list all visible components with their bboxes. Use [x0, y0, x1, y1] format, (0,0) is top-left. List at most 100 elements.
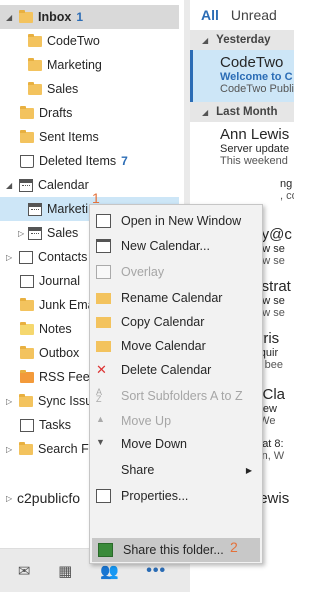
- calendar-icon: [28, 202, 42, 216]
- account-label: c2publicfo: [17, 490, 81, 506]
- folder-label: Deleted Items: [39, 154, 117, 168]
- folder-label: Sales: [47, 82, 79, 96]
- move-up-icon: ▲: [96, 414, 105, 424]
- folder-label: Tasks: [39, 418, 71, 432]
- menu-share[interactable]: Share ▶: [90, 458, 262, 482]
- message-subject: ng LAB: [280, 178, 294, 190]
- overlay-icon: [96, 265, 111, 279]
- junk-icon: [20, 297, 34, 311]
- menu-delete-calendar[interactable]: ✕ Delete Calendar: [90, 358, 262, 382]
- menu-move-up[interactable]: ▲ Move Up: [90, 409, 262, 433]
- group-header[interactable]: ◢ Last Month: [190, 102, 294, 122]
- folder-label: Sync Issu: [38, 394, 93, 408]
- notes-icon: [20, 321, 34, 335]
- outbox-icon: [20, 345, 34, 359]
- folder-marketing[interactable]: Marketing: [28, 53, 102, 77]
- search-folder-icon: [19, 441, 33, 455]
- tab-unread[interactable]: Unread: [231, 7, 277, 23]
- delete-icon: ✕: [96, 362, 107, 377]
- list-item[interactable]: Ann Lewis Server update This weekend: [190, 122, 294, 174]
- message-subject: Welcome to C: [220, 71, 293, 83]
- folder-label: Drafts: [39, 106, 73, 120]
- folder-icon: [28, 57, 42, 71]
- sync-icon: [19, 393, 33, 407]
- folder-icon: [19, 9, 33, 23]
- folder-label: Notes: [39, 322, 72, 336]
- calendar-icon: [28, 226, 42, 240]
- context-menu: Open in New Window New Calendar... Overl…: [89, 204, 263, 564]
- list-item[interactable]: CodeTwo Welcome to C CodeTwo Publi: [190, 50, 294, 102]
- filter-tabs: All Unread: [190, 0, 294, 30]
- collapse-icon[interactable]: ◢: [6, 181, 12, 190]
- folder-calendar[interactable]: ◢ Calendar: [0, 173, 179, 197]
- drafts-icon: [20, 105, 34, 119]
- more-icon[interactable]: •••: [146, 562, 166, 580]
- folder-icon: [28, 33, 42, 47]
- folder-outbox[interactable]: Outbox: [20, 341, 79, 365]
- expand-icon[interactable]: ▷: [6, 494, 12, 503]
- menu-overlay[interactable]: Overlay: [90, 260, 262, 284]
- folder-notes[interactable]: Notes: [20, 317, 72, 341]
- folder-sales[interactable]: Sales: [28, 77, 78, 101]
- folder-label: Contacts: [38, 250, 88, 264]
- expand-icon[interactable]: ▷: [6, 445, 12, 454]
- sent-icon: [20, 129, 34, 143]
- menu-move-calendar[interactable]: Move Calendar: [90, 334, 262, 358]
- menu-sort-subfolders[interactable]: AZ Sort Subfolders A to Z: [90, 384, 262, 408]
- folder-drafts[interactable]: Drafts: [20, 101, 72, 125]
- message-preview: , coul: [280, 190, 294, 202]
- folder-label: Marketi: [47, 202, 88, 216]
- folder-label: Outbox: [39, 346, 80, 360]
- folder-icon: [28, 81, 42, 95]
- unread-count: 1: [76, 10, 84, 24]
- folder-inbox[interactable]: ◢ Inbox 1: [0, 5, 179, 29]
- message-subject: Server update: [220, 143, 290, 155]
- journal-icon: [20, 274, 34, 288]
- folder-label: Junk Ema: [39, 298, 95, 312]
- folder-sync-issues[interactable]: ▷ Sync Issu: [0, 389, 92, 413]
- folder-search[interactable]: ▷ Search Fo: [0, 437, 96, 461]
- group-header[interactable]: ◢ Yesterday: [190, 30, 294, 50]
- folder-junk[interactable]: Junk Ema: [20, 293, 95, 317]
- tasks-icon: [20, 418, 34, 432]
- menu-move-down[interactable]: ▼ Move Down: [90, 432, 262, 456]
- folder-contacts[interactable]: ▷ Contacts: [0, 245, 87, 269]
- collapse-icon[interactable]: ◢: [6, 13, 12, 22]
- new-calendar-icon: [96, 239, 111, 253]
- expand-icon[interactable]: ▷: [6, 253, 12, 262]
- share-folder-icon: [98, 543, 113, 557]
- expand-icon[interactable]: ▷: [6, 397, 12, 406]
- menu-rename-calendar[interactable]: Rename Calendar: [90, 286, 262, 310]
- move-down-icon: ▼: [96, 437, 105, 447]
- rss-icon: [20, 369, 34, 383]
- mail-icon[interactable]: ✉: [18, 562, 31, 580]
- folder-label: Journal: [39, 274, 80, 288]
- collapse-icon[interactable]: ◢: [202, 108, 208, 117]
- new-window-icon: [96, 214, 111, 228]
- folder-label: Search Fo: [38, 442, 96, 456]
- expand-icon[interactable]: ▷: [18, 229, 24, 238]
- folder-label: Sales: [47, 226, 79, 240]
- calendar-icon: [19, 178, 33, 192]
- folder-journal[interactable]: Journal: [20, 269, 80, 293]
- collapse-icon[interactable]: ◢: [202, 36, 208, 45]
- menu-copy-calendar[interactable]: Copy Calendar: [90, 310, 262, 334]
- folder-codetwo[interactable]: CodeTwo: [28, 29, 100, 53]
- account-c2publicfolders[interactable]: ▷ c2publicfo: [0, 486, 80, 510]
- folder-deleted[interactable]: Deleted Items 7: [20, 149, 128, 173]
- move-icon: [96, 341, 111, 352]
- unread-count: 7: [121, 154, 128, 168]
- folder-label: Calendar: [38, 178, 89, 192]
- menu-properties[interactable]: Properties...: [90, 484, 262, 508]
- folder-sent[interactable]: Sent Items: [20, 125, 99, 149]
- step-badge-2: 2: [230, 539, 238, 555]
- menu-open-new-window[interactable]: Open in New Window: [90, 209, 262, 233]
- step-badge-1: 1: [92, 190, 100, 206]
- menu-new-calendar[interactable]: New Calendar...: [90, 234, 262, 258]
- rename-icon: [96, 293, 111, 304]
- folder-calendar-sales[interactable]: ▷ Sales: [0, 221, 78, 245]
- calendar-icon[interactable]: ▦: [58, 562, 72, 580]
- people-icon[interactable]: 👥: [100, 562, 119, 580]
- tab-all[interactable]: All: [201, 7, 219, 23]
- folder-tasks[interactable]: Tasks: [20, 413, 71, 437]
